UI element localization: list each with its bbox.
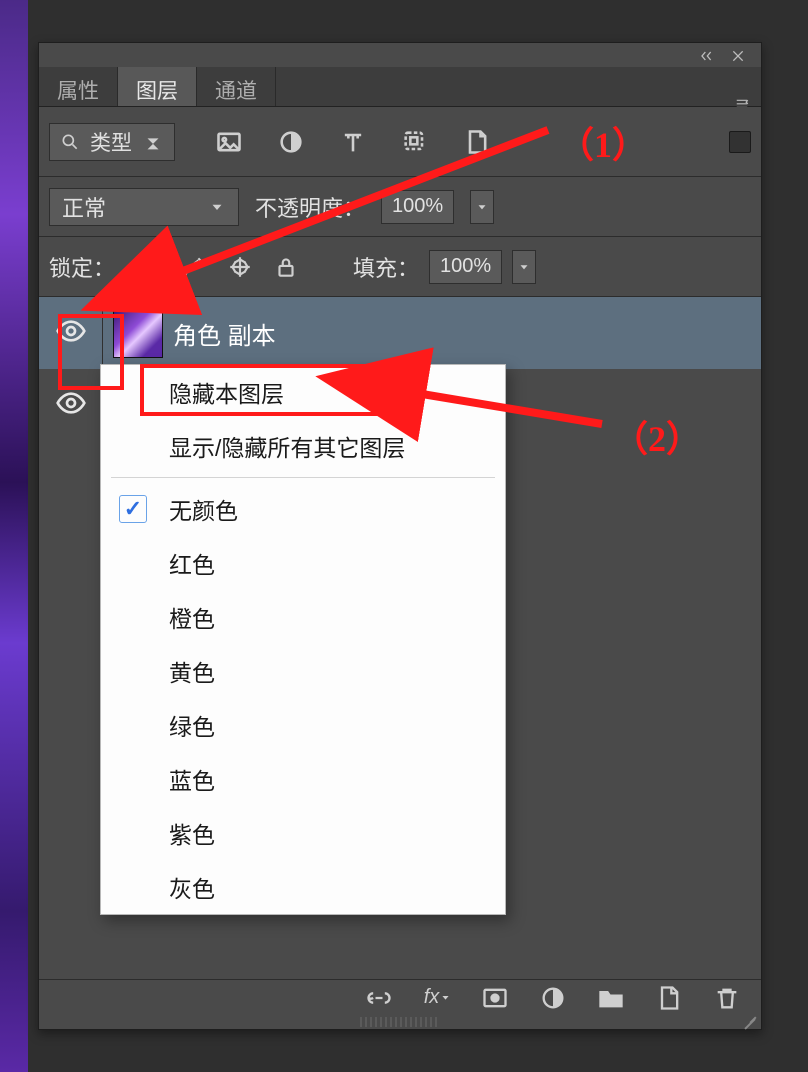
check-icon: ✓ xyxy=(119,495,147,523)
menu-separator xyxy=(111,477,495,478)
menu-hide-this-layer[interactable]: 隐藏本图层 xyxy=(101,365,505,419)
tab-layers[interactable]: 图层 xyxy=(118,67,197,106)
menu-color-none-label: 无颜色 xyxy=(169,498,238,524)
new-layer-icon[interactable] xyxy=(655,984,683,1012)
opacity-label: 不透明度： xyxy=(255,191,365,223)
eye-icon xyxy=(55,387,87,424)
layer-context-menu: 隐藏本图层 显示/隐藏所有其它图层 ✓ 无颜色 红色 橙色 黄色 绿色 蓝色 紫… xyxy=(100,364,506,915)
filter-type-dropdown[interactable]: 类型 xyxy=(49,123,175,161)
filter-type-icon[interactable] xyxy=(339,128,367,156)
panel-titlebar xyxy=(697,43,761,67)
tab-properties[interactable]: 属性 xyxy=(39,67,118,106)
filter-smartobject-icon[interactable] xyxy=(463,128,491,156)
blend-mode-value: 正常 xyxy=(62,191,106,223)
menu-color-blue[interactable]: 蓝色 xyxy=(101,752,505,806)
lock-transparency-icon[interactable] xyxy=(135,254,161,280)
filter-shape-icon[interactable] xyxy=(401,128,429,156)
fill-value[interactable]: 100% xyxy=(429,250,502,284)
layer-visibility-toggle[interactable] xyxy=(39,297,103,369)
lock-row: 锁定： 填充： 100% xyxy=(39,237,761,297)
document-canvas-strip xyxy=(0,0,28,1072)
eye-icon xyxy=(55,315,87,352)
delete-layer-icon[interactable] xyxy=(713,984,741,1012)
lock-all-icon[interactable] xyxy=(273,254,299,280)
filter-type-label: 类型 xyxy=(90,127,132,157)
resize-corner-icon[interactable] xyxy=(743,1011,759,1027)
layer-row[interactable]: 角色 副本 xyxy=(39,297,761,369)
menu-color-yellow[interactable]: 黄色 xyxy=(101,644,505,698)
fill-label: 填充： xyxy=(353,251,419,283)
layer-visibility-toggle[interactable] xyxy=(39,369,103,441)
lock-position-icon[interactable] xyxy=(227,254,253,280)
filter-row: 类型 xyxy=(39,107,761,177)
opacity-value[interactable]: 100% xyxy=(381,190,454,224)
lock-label: 锁定： xyxy=(49,251,115,283)
panel-tabs: 属性 图层 通道 xyxy=(39,67,761,107)
close-icon[interactable] xyxy=(729,47,747,65)
blend-mode-select[interactable]: 正常 xyxy=(49,188,239,226)
lock-paint-icon[interactable] xyxy=(181,254,207,280)
lock-icons xyxy=(135,254,299,280)
filter-icons xyxy=(215,128,491,156)
opacity-caret-icon[interactable] xyxy=(470,190,494,224)
layer-style-icon[interactable]: fx xyxy=(423,984,451,1012)
layer-thumbnail[interactable] xyxy=(113,308,163,358)
menu-color-orange[interactable]: 橙色 xyxy=(101,590,505,644)
filter-pixel-icon[interactable] xyxy=(215,128,243,156)
dropdown-caret-icon xyxy=(142,131,164,153)
layer-mask-icon[interactable] xyxy=(481,984,509,1012)
tab-channels[interactable]: 通道 xyxy=(197,67,276,106)
menu-color-purple[interactable]: 紫色 xyxy=(101,806,505,860)
adjustment-layer-icon[interactable] xyxy=(539,984,567,1012)
blend-row: 正常 不透明度： 100% xyxy=(39,177,761,237)
menu-show-hide-others[interactable]: 显示/隐藏所有其它图层 xyxy=(101,419,505,473)
menu-color-gray[interactable]: 灰色 xyxy=(101,860,505,914)
layer-group-icon[interactable] xyxy=(597,984,625,1012)
menu-color-red[interactable]: 红色 xyxy=(101,536,505,590)
layers-bottom-bar: fx xyxy=(39,979,761,1015)
layer-name[interactable]: 角色 副本 xyxy=(173,316,276,351)
fill-caret-icon[interactable] xyxy=(512,250,536,284)
menu-color-none[interactable]: ✓ 无颜色 xyxy=(101,482,505,536)
filter-toggle[interactable] xyxy=(729,131,751,153)
filter-adjustment-icon[interactable] xyxy=(277,128,305,156)
link-layers-icon[interactable] xyxy=(365,984,393,1012)
collapse-icon[interactable] xyxy=(697,47,715,65)
menu-color-green[interactable]: 绿色 xyxy=(101,698,505,752)
panel-grip[interactable] xyxy=(360,1017,440,1027)
